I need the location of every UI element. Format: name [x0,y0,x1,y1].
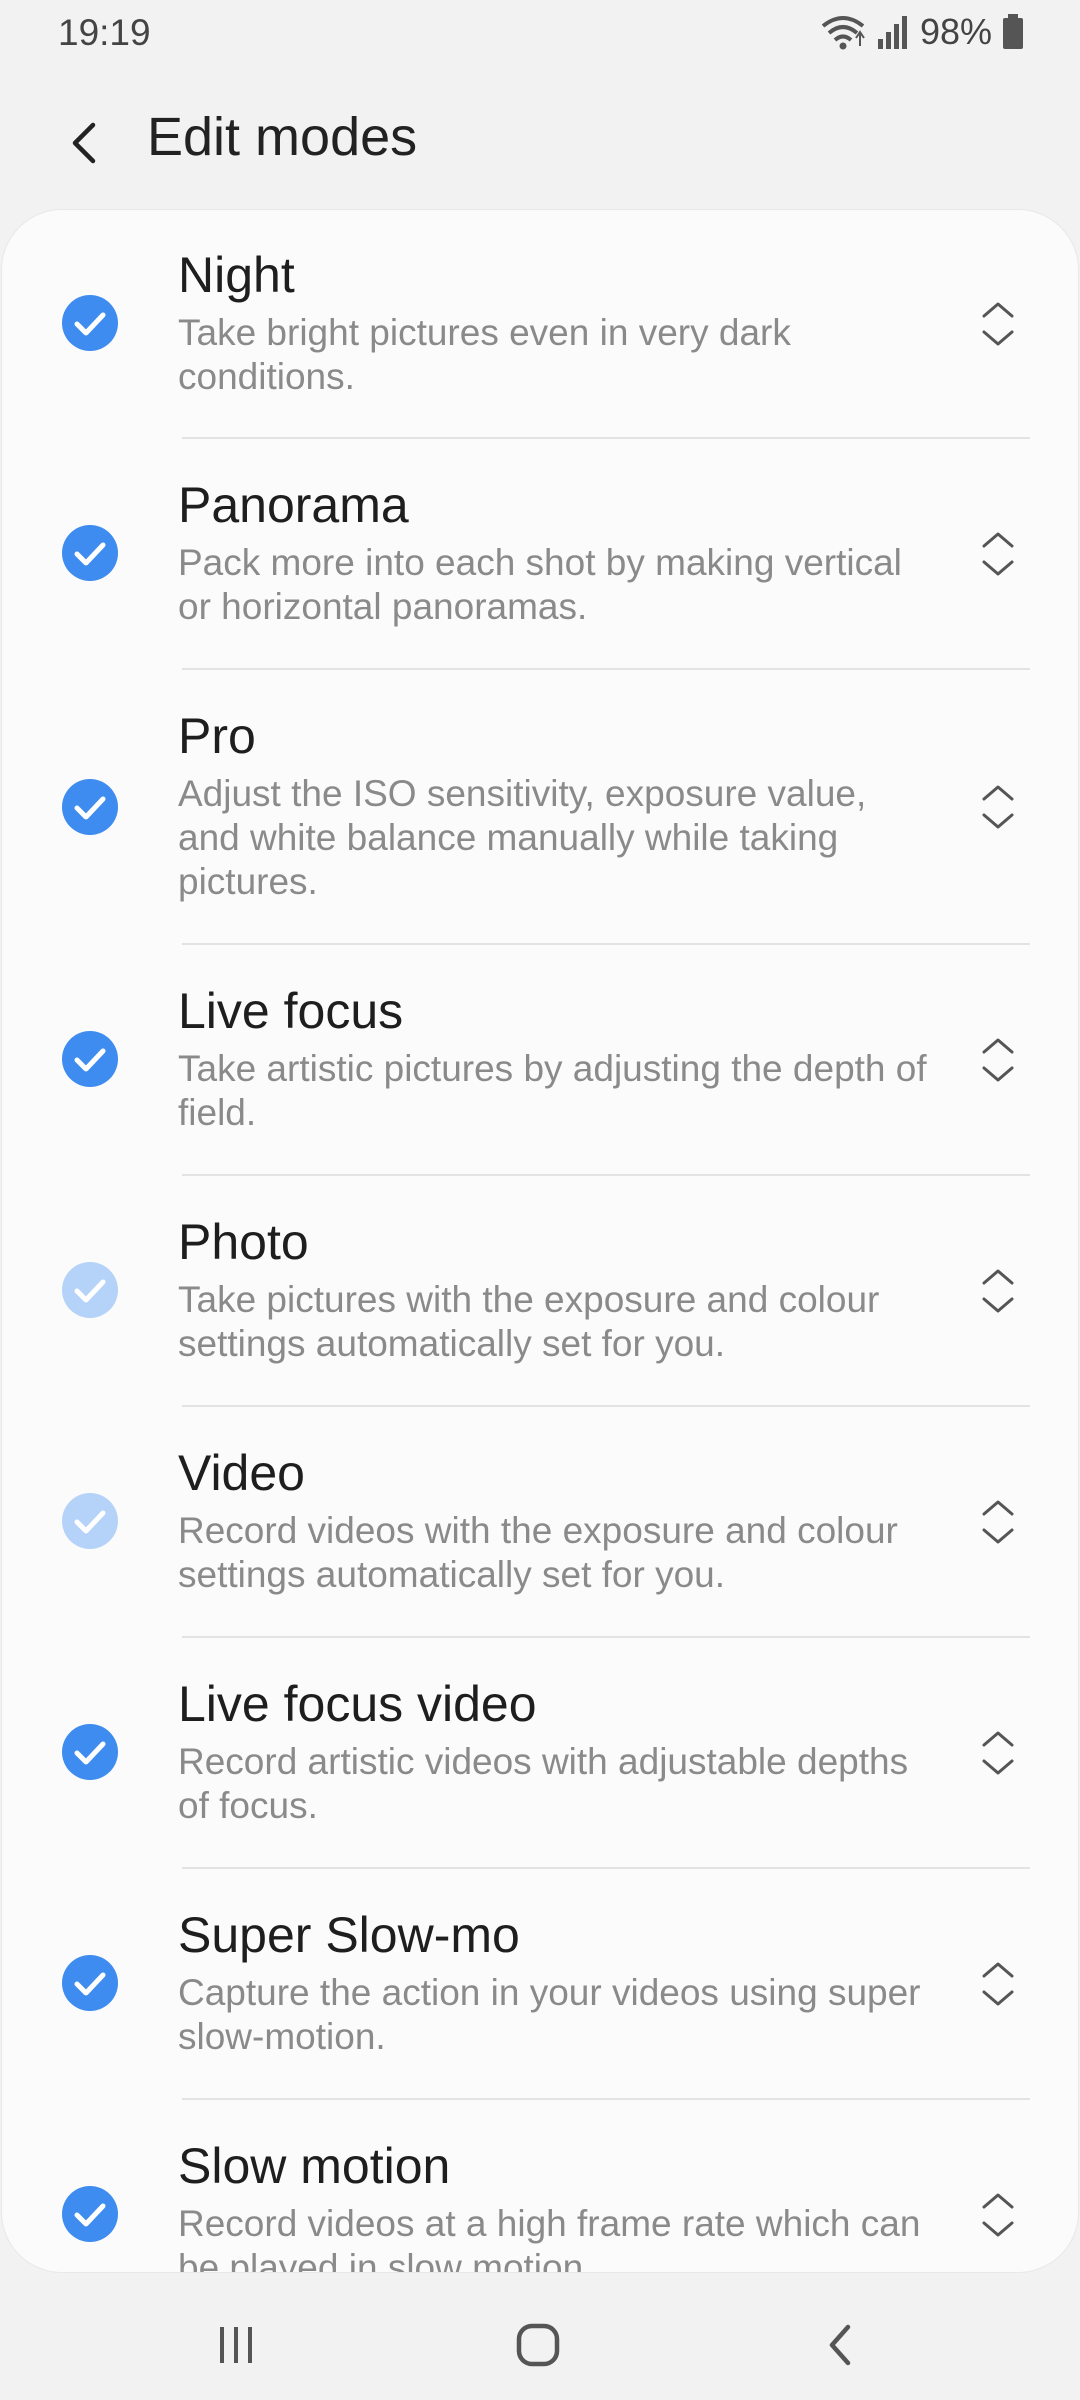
list-item-super-slow-mo[interactable]: Super Slow-mo Capture the action in your… [2,1870,1078,2098]
divider [182,2098,1030,2100]
mode-title: Panorama [178,477,409,533]
mode-description: Take pictures with the exposure and colo… [178,1279,880,1364]
check-circle-icon[interactable] [62,1724,118,1780]
battery-icon [1003,14,1023,49]
page-title: Edit modes [147,107,418,167]
reorder-handle-icon[interactable] [972,524,1024,584]
app-header: Edit modes [0,90,1080,190]
reorder-handle-icon[interactable] [972,294,1024,354]
check-circle-icon[interactable] [62,2186,118,2242]
back-nav-button[interactable] [800,2310,880,2380]
list-item-slow-motion[interactable]: Slow motion Record videos at a high fram… [2,2101,1078,2272]
status-icons: 98% [820,10,1024,54]
status-time: 19:19 [58,12,151,53]
check-circle-icon[interactable] [62,779,118,835]
recent-apps-icon [220,2327,252,2363]
wifi-icon [821,16,865,50]
divider [182,437,1030,439]
signal-icon [877,16,907,49]
back-icon [829,2324,851,2366]
mode-title: Live focus [178,983,404,1039]
mode-title: Photo [178,1214,309,1270]
mode-description: Take artistic pictures by adjusting the … [178,1048,927,1133]
back-button[interactable] [50,108,120,178]
mode-description: Adjust the ISO sensitivity, exposure val… [178,773,867,902]
mode-title: Pro [178,708,256,764]
list-item-video[interactable]: Video Record videos with the exposure an… [2,1408,1078,1636]
check-circle-icon [62,1493,118,1549]
reorder-handle-icon[interactable] [972,2185,1024,2245]
mode-description: Pack more into each shot by making verti… [178,542,902,627]
mode-description: Record videos at a high frame rate which… [178,2203,921,2272]
mode-description: Take bright pictures even in very dark c… [178,312,791,397]
home-button[interactable] [498,2310,578,2380]
reorder-handle-icon[interactable] [972,1954,1024,2014]
mode-description: Record artistic videos with adjustable d… [178,1741,909,1826]
home-icon [516,2323,560,2367]
reorder-handle-icon[interactable] [972,1492,1024,1552]
divider [182,1174,1030,1176]
mode-title: Super Slow-mo [178,1907,520,1963]
divider [182,668,1030,670]
reorder-handle-icon[interactable] [972,777,1024,837]
mode-description: Capture the action in your videos using … [178,1972,921,2057]
list-item-photo[interactable]: Photo Take pictures with the exposure an… [2,1177,1078,1405]
mode-title: Slow motion [178,2138,451,2194]
navigation-bar [0,2290,1080,2400]
list-item-panorama[interactable]: Panorama Pack more into each shot by mak… [2,440,1078,668]
check-circle-icon[interactable] [62,1955,118,2011]
recent-apps-button[interactable] [196,2310,276,2380]
reorder-handle-icon[interactable] [972,1723,1024,1783]
check-circle-icon[interactable] [62,1031,118,1087]
list-item-live-focus-video[interactable]: Live focus video Record artistic videos … [2,1639,1078,1867]
list-item-night[interactable]: Night Take bright pictures even in very … [2,210,1078,438]
reorder-handle-icon[interactable] [972,1261,1024,1321]
divider [182,943,1030,945]
list-item-pro[interactable]: Pro Adjust the ISO sensitivity, exposure… [2,671,1078,943]
divider [182,1867,1030,1869]
mode-title: Video [178,1445,305,1501]
divider [182,1636,1030,1638]
chevron-left-icon [72,122,96,164]
check-circle-icon [62,1262,118,1318]
check-circle-icon[interactable] [62,525,118,581]
list-item-live-focus[interactable]: Live focus Take artistic pictures by adj… [2,946,1078,1174]
mode-description: Record videos with the exposure and colo… [178,1510,898,1595]
check-circle-icon[interactable] [62,295,118,351]
mode-title: Night [178,247,295,303]
reorder-handle-icon[interactable] [972,1030,1024,1090]
divider [182,1405,1030,1407]
status-bar: 19:19 98% [0,0,1080,64]
mode-title: Live focus video [178,1676,537,1732]
modes-list: Night Take bright pictures even in very … [2,210,1078,2272]
battery-percentage: 98% [919,11,992,52]
